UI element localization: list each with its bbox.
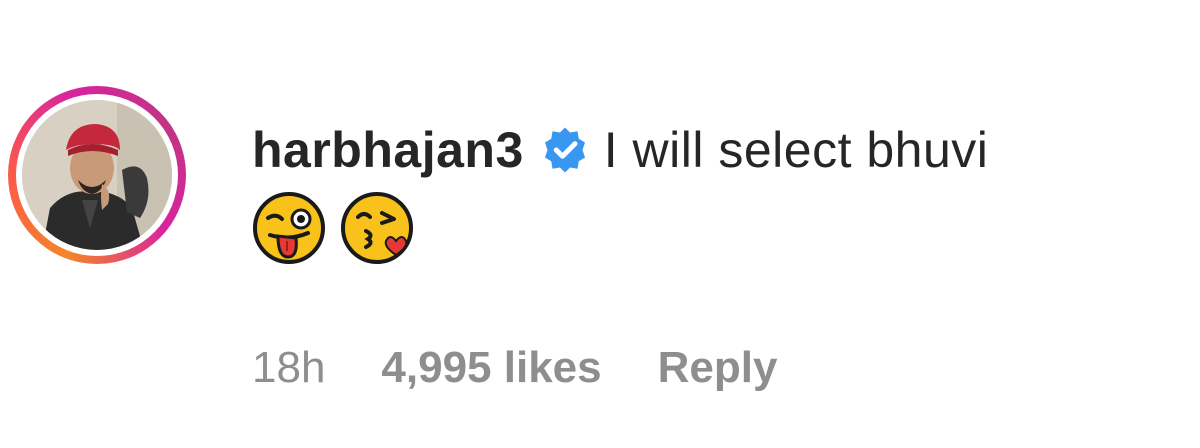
emoji-row [252,190,428,266]
comment-item: harbhajan3 I will select bhuvi 18h 4,995… [0,0,1200,448]
avatar-photo-icon [22,100,172,250]
avatar-story-ring[interactable] [8,86,186,264]
comment-timestamp[interactable]: 18h [252,343,325,393]
avatar-ring-gap [16,94,178,256]
winking-face-with-tongue-icon [252,191,326,265]
avatar[interactable] [22,100,172,250]
comment-meta-row: 18h 4,995 likes Reply [252,338,777,398]
verified-badge-icon [540,125,590,175]
comment-line: harbhajan3 I will select bhuvi [252,115,988,185]
comment-text: I will select bhuvi [603,122,989,178]
username-link[interactable]: harbhajan3 [252,121,524,179]
likes-count[interactable]: 4,995 likes [381,343,601,393]
reply-button[interactable]: Reply [658,343,778,393]
face-blowing-kiss-icon [340,191,414,265]
